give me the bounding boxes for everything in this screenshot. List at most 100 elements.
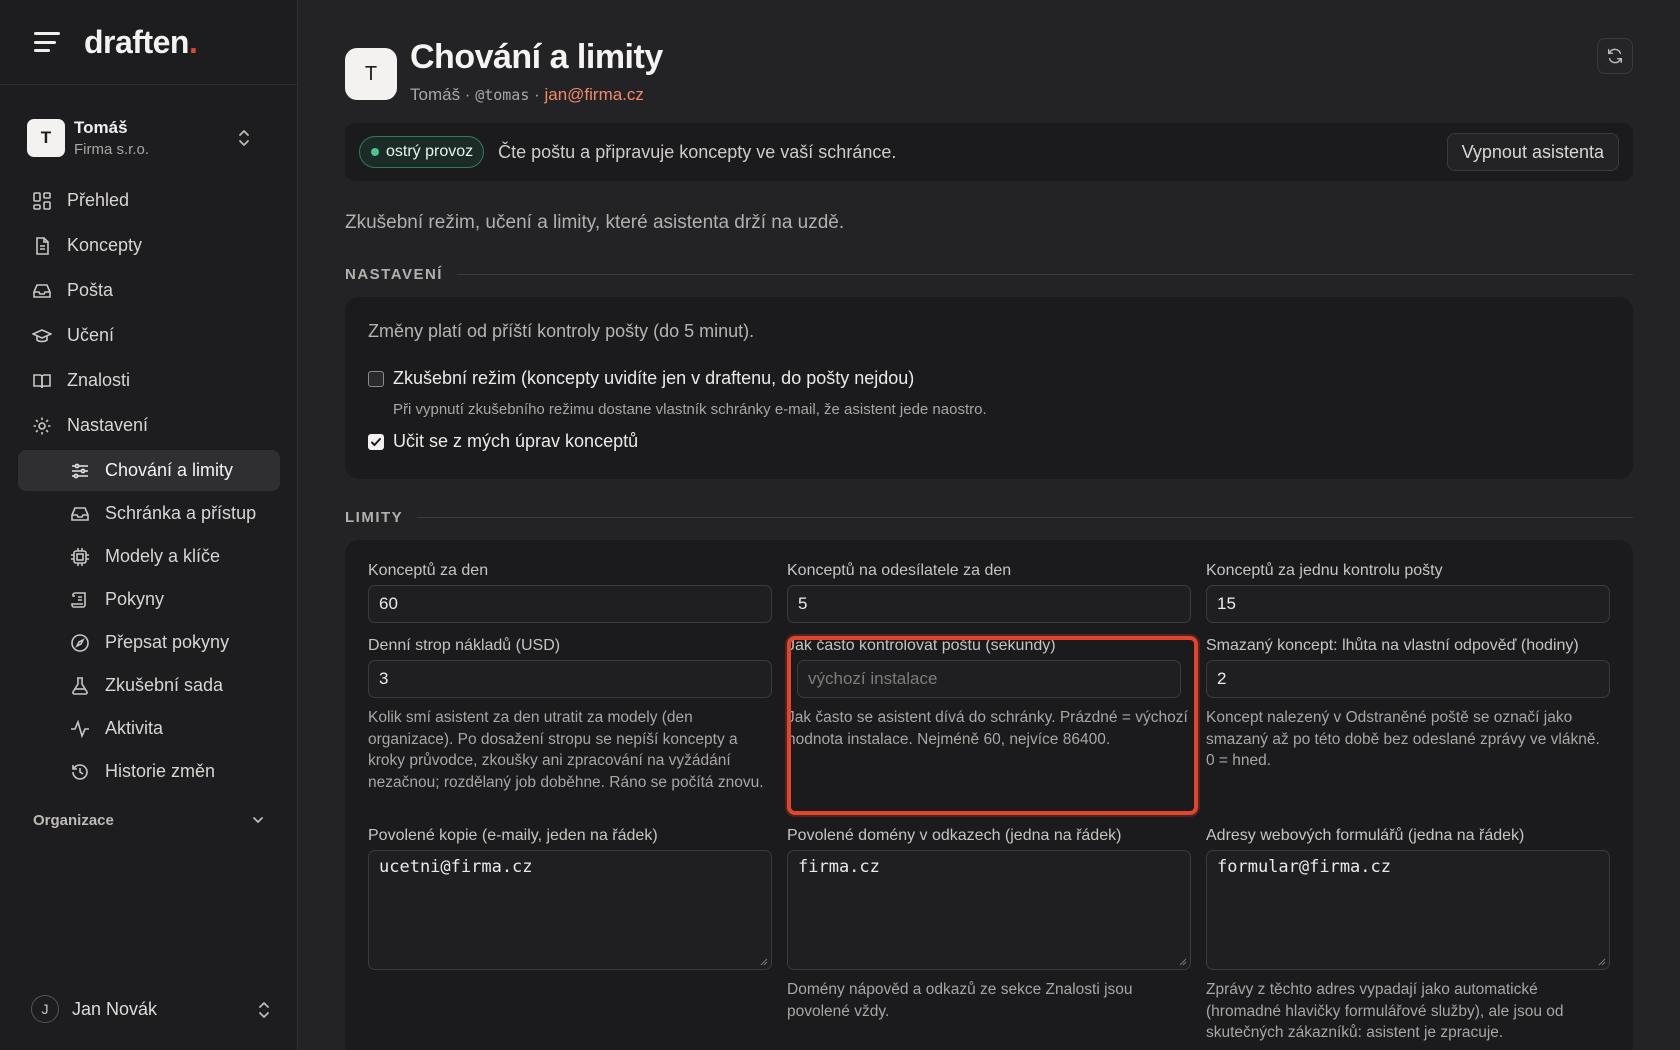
section-limits-heading: LIMITY bbox=[345, 509, 1633, 526]
account-org: Firma s.r.o. bbox=[74, 141, 150, 158]
nav-label: Koncepty bbox=[67, 235, 143, 255]
nav-item-prepsat-pokyny[interactable]: Přepsat pokyny bbox=[18, 622, 280, 663]
drafts-per-day-input[interactable]: 60 bbox=[368, 585, 772, 623]
drafts-per-check-input[interactable]: 15 bbox=[1206, 585, 1610, 623]
refresh-icon bbox=[1607, 48, 1623, 64]
page-subtitle-name: Tomáš bbox=[410, 85, 461, 104]
nav-item-koncepty[interactable]: Koncepty bbox=[18, 225, 280, 266]
assistant-status-bar: ostrý provoz Čte poštu a připravuje konc… bbox=[345, 123, 1633, 181]
sidebar: draften. T Tomáš Firma s.r.o. Přehled Ko… bbox=[0, 0, 298, 1050]
trial-mode-hint: Při vypnutí zkušebního režimu dostane vl… bbox=[393, 401, 987, 418]
deleted-grace-input[interactable]: 2 bbox=[1206, 660, 1610, 698]
learn-label: Učit se z mých úprav konceptů bbox=[393, 431, 639, 451]
section-title: NASTAVENÍ bbox=[345, 266, 443, 283]
nav-label: Aktivita bbox=[105, 718, 164, 738]
field-help: Jak často se asistent dívá do schránky. … bbox=[787, 709, 1188, 748]
inbox-icon bbox=[71, 506, 89, 521]
disable-assistant-button[interactable]: Vypnout asistenta bbox=[1446, 133, 1619, 171]
field-help: Kolik smí asistent za den utratit za mod… bbox=[368, 709, 764, 791]
resize-grip-icon[interactable] bbox=[1598, 958, 1606, 966]
nav-label: Pošta bbox=[67, 280, 114, 300]
nav-label: Učení bbox=[67, 325, 115, 345]
separator: · bbox=[529, 85, 545, 104]
web-forms-textarea[interactable]: formular@firma.cz bbox=[1206, 850, 1610, 970]
field-drafts-per-check: Konceptů za jednu kontrolu pošty 15 bbox=[1206, 562, 1610, 623]
field-label: Smazaný koncept: lhůta na vlastní odpově… bbox=[1206, 637, 1579, 654]
resize-grip-icon[interactable] bbox=[760, 958, 768, 966]
nav-item-posta[interactable]: Pošta bbox=[18, 270, 280, 311]
nav-item-pokyny[interactable]: Pokyny bbox=[18, 579, 280, 620]
page-subtitle-email[interactable]: jan@firma.cz bbox=[544, 85, 643, 105]
chevrons-updown-icon bbox=[259, 1002, 269, 1018]
poll-interval-input[interactable]: výchozí instalace bbox=[797, 660, 1181, 698]
nav-label: Zkušební sada bbox=[105, 675, 224, 695]
scroll-icon bbox=[71, 591, 86, 608]
grid-icon bbox=[33, 191, 51, 210]
field-poll-interval: Jak často kontrolovat poštu (sekundy) vý… bbox=[787, 637, 1188, 750]
activity-icon bbox=[71, 719, 89, 738]
separator: · bbox=[460, 85, 476, 104]
nav-label: Modely a klíče bbox=[105, 546, 221, 566]
field-label: Povolené domény v odkazech (jedna na řád… bbox=[787, 827, 1122, 844]
main-content: T Chování a limity Tomáš · @tomas · jan@… bbox=[345, 0, 1633, 1050]
learn-checkbox[interactable] bbox=[368, 433, 384, 450]
nav-item-aktivita[interactable]: Aktivita bbox=[18, 708, 280, 749]
limits-card: Konceptů za den 60 Konceptů na odesílate… bbox=[345, 540, 1633, 1050]
section-settings-heading: NASTAVENÍ bbox=[345, 266, 1633, 283]
chevron-down-icon bbox=[253, 817, 263, 824]
page-intro: Zkušební režim, učení a limity, které as… bbox=[345, 212, 845, 233]
page-avatar: T bbox=[345, 48, 397, 100]
drafts-per-sender-input[interactable]: 5 bbox=[787, 585, 1191, 623]
cost-cap-input[interactable]: 3 bbox=[368, 660, 772, 698]
nav-item-schranka-a-pristup[interactable]: Schránka a přístup bbox=[18, 493, 280, 534]
status-badge-label: ostrý provoz bbox=[386, 143, 474, 160]
logo[interactable]: draften. bbox=[84, 23, 198, 61]
field-label: Jak často kontrolovat poštu (sekundy) bbox=[787, 637, 1056, 654]
account-name: Tomáš bbox=[74, 118, 128, 137]
nav-item-prehled[interactable]: Přehled bbox=[18, 180, 280, 221]
resize-grip-icon[interactable] bbox=[1179, 958, 1187, 966]
nav-item-nastaveni[interactable]: Nastavení bbox=[18, 405, 280, 446]
user-menu[interactable]: J Jan Novák bbox=[31, 995, 271, 1023]
status-dot bbox=[371, 148, 379, 156]
trial-mode-checkbox[interactable] bbox=[368, 370, 384, 387]
nav-item-historie-zmen[interactable]: Historie změn bbox=[18, 751, 280, 792]
page-title: Chování a limity bbox=[410, 38, 663, 76]
field-help: Zprávy z těchto adres vypadají jako auto… bbox=[1206, 981, 1564, 1041]
nav-label: Nastavení bbox=[67, 415, 149, 435]
nav-label: Chování a limity bbox=[105, 460, 234, 480]
textarea-value: ucetni@firma.cz bbox=[379, 857, 533, 877]
learn-checkbox-row[interactable]: Učit se z mých úprav konceptů bbox=[368, 431, 638, 452]
refresh-button[interactable] bbox=[1597, 38, 1633, 74]
history-icon bbox=[72, 763, 88, 780]
gear-icon bbox=[33, 417, 51, 434]
nav-item-uceni[interactable]: Učení bbox=[18, 315, 280, 356]
account-avatar: T bbox=[27, 119, 65, 157]
status-badge: ostrý provoz bbox=[359, 136, 485, 168]
field-help: Koncept nalezený v Odstraněné poště se o… bbox=[1206, 709, 1600, 769]
user-avatar: J bbox=[31, 995, 59, 1023]
book-icon bbox=[33, 373, 51, 388]
allowed-domains-textarea[interactable]: firma.cz bbox=[787, 850, 1191, 970]
status-text: Čte poštu a připravuje koncepty ve vaší … bbox=[498, 141, 897, 162]
textarea-value: firma.cz bbox=[798, 857, 880, 877]
menu-icon[interactable] bbox=[34, 32, 60, 52]
logo-dot: . bbox=[188, 23, 198, 60]
field-label: Denní strop nákladů (USD) bbox=[368, 637, 561, 654]
field-label: Povolené kopie (e-maily, jeden na řádek) bbox=[368, 827, 658, 844]
nav-item-znalosti[interactable]: Znalosti bbox=[18, 360, 280, 401]
nav-item-modely-a-klice[interactable]: Modely a klíče bbox=[18, 536, 280, 577]
account-switcher[interactable]: T Tomáš Firma s.r.o. bbox=[27, 116, 271, 160]
nav-group-label: Organizace bbox=[33, 811, 114, 829]
chevrons-updown-icon bbox=[239, 130, 249, 146]
nav-item-chovani-a-limity[interactable]: Chování a limity bbox=[18, 450, 280, 491]
field-web-forms: Adresy webových formulářů (jedna na řáde… bbox=[1206, 827, 1610, 1044]
section-title: LIMITY bbox=[345, 509, 404, 526]
trial-mode-checkbox-row[interactable]: Zkušební režim (koncepty uvidíte jen v d… bbox=[368, 368, 914, 389]
check-icon bbox=[371, 437, 381, 446]
nav-group-organizace[interactable]: Organizace bbox=[33, 808, 265, 832]
page-subtitle: Tomáš · @tomas · jan@firma.cz bbox=[410, 85, 663, 105]
allowed-cc-textarea[interactable]: ucetni@firma.cz bbox=[368, 850, 772, 970]
nav-item-zkusebni-sada[interactable]: Zkušební sada bbox=[18, 665, 280, 706]
field-label: Konceptů na odesílatele za den bbox=[787, 562, 1012, 579]
